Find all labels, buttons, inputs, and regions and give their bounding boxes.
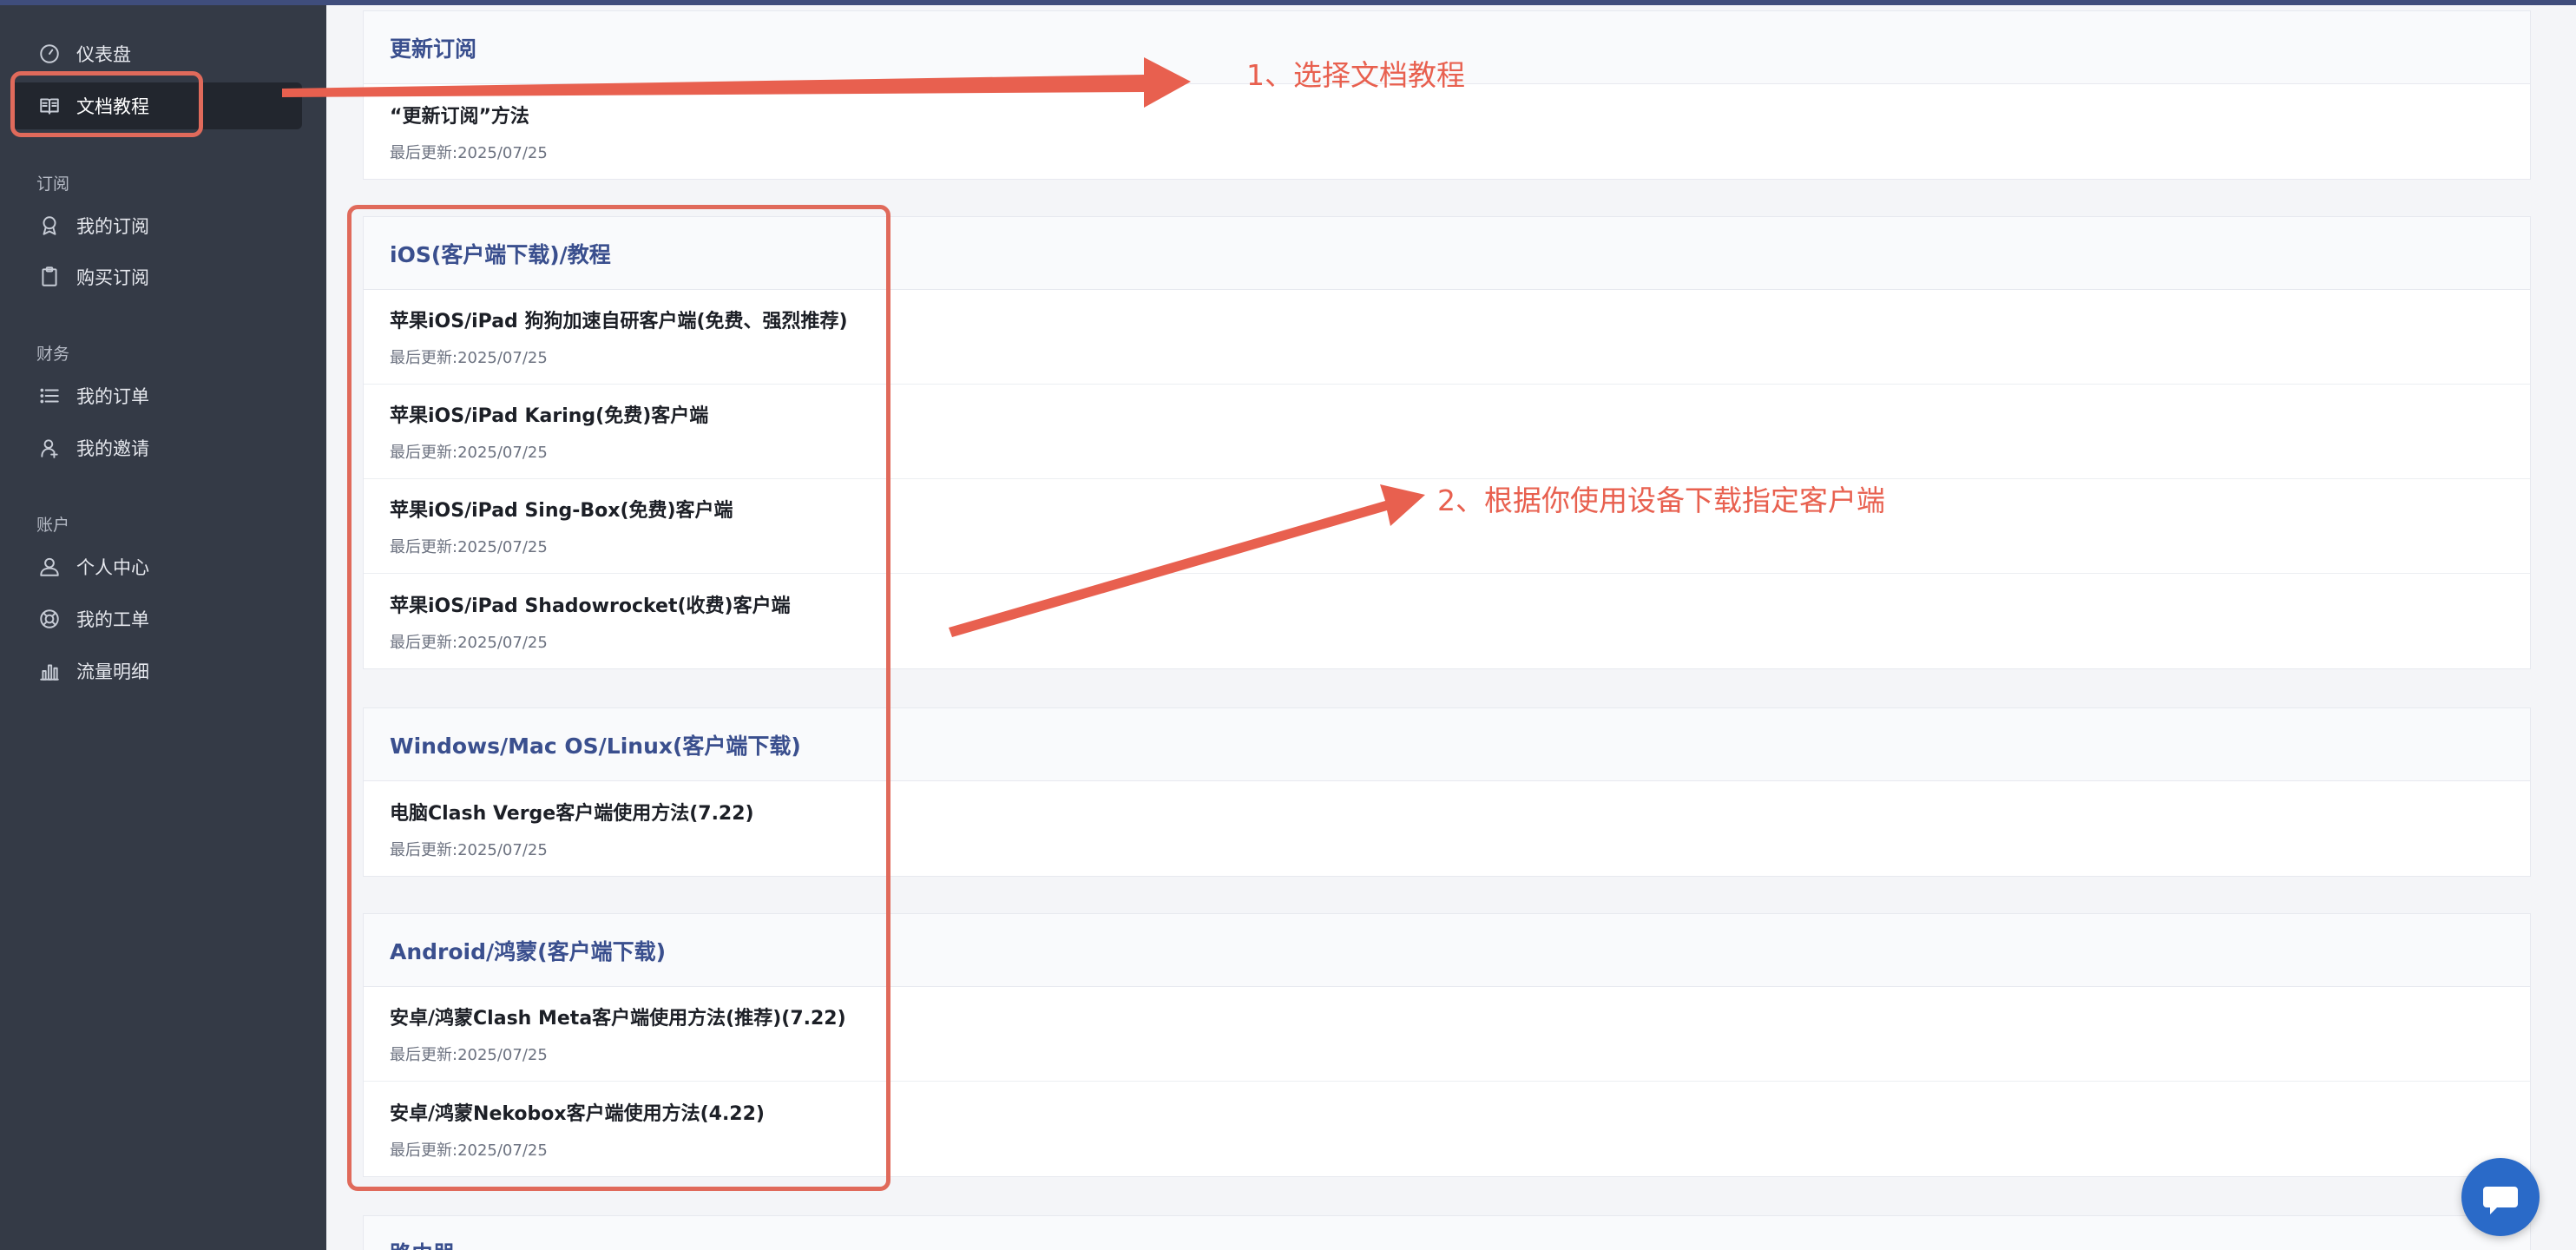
annotation-step-2: 2、根据你使用设备下载指定客户端 xyxy=(1437,484,1885,517)
sidebar-item-my-invites[interactable]: 我的邀请 xyxy=(10,424,302,471)
doc-category-header: Android/鸿蒙(客户端下载) xyxy=(364,914,2530,987)
list-icon xyxy=(36,383,62,409)
invite-icon xyxy=(36,435,62,461)
doc-category-title: 路由器 xyxy=(390,1237,455,1250)
sidebar-item-profile[interactable]: 个人中心 xyxy=(10,543,302,590)
annotation-step-1: 1、选择文档教程 xyxy=(1246,58,1465,92)
user-icon xyxy=(36,554,62,580)
bar-chart-icon xyxy=(36,658,62,684)
doc-category-card: 更新订阅 “更新订阅”方法 最后更新:2025/07/25 xyxy=(363,10,2531,180)
doc-category-title: Android/鸿蒙(客户端下载) xyxy=(390,938,666,964)
subscription-icon xyxy=(36,213,62,239)
sidebar: 仪表盘 文档教程 订阅 我的订阅 购买订阅 财务 我的订单 我的邀请 账户 个人… xyxy=(0,0,326,1250)
support-icon xyxy=(36,606,62,632)
doc-item[interactable]: 安卓/鸿蒙Clash Meta客户端使用方法(推荐)(7.22) 最后更新:20… xyxy=(364,987,2530,1082)
book-icon xyxy=(36,93,62,119)
sidebar-item-label: 仪表盘 xyxy=(76,44,131,65)
doc-item[interactable]: “更新订阅”方法 最后更新:2025/07/25 xyxy=(364,84,2530,179)
doc-item[interactable]: 苹果iOS/iPad Shadowrocket(收费)客户端 最后更新:2025… xyxy=(364,574,2530,668)
doc-category-card: Android/鸿蒙(客户端下载) 安卓/鸿蒙Clash Meta客户端使用方法… xyxy=(363,913,2531,1177)
doc-date: 最后更新:2025/07/25 xyxy=(390,840,548,859)
sidebar-item-tickets[interactable]: 我的工单 xyxy=(10,595,302,642)
sidebar-item-docs[interactable]: 文档教程 xyxy=(10,82,302,129)
sidebar-item-label: 我的工单 xyxy=(76,609,149,630)
docs-main: 更新订阅 “更新订阅”方法 最后更新:2025/07/25 iOS(客户端下载)… xyxy=(326,0,2576,1250)
doc-category-header: 路由器 xyxy=(364,1216,2530,1250)
sidebar-item-buy-subscription[interactable]: 购买订阅 xyxy=(10,253,302,300)
doc-category-title: iOS(客户端下载)/教程 xyxy=(390,241,611,267)
sidebar-item-label: 购买订阅 xyxy=(76,267,149,288)
top-accent-bar xyxy=(0,0,2576,5)
doc-category-card: 路由器 xyxy=(363,1215,2531,1250)
doc-category-header: iOS(客户端下载)/教程 xyxy=(364,217,2530,290)
doc-item[interactable]: 安卓/鸿蒙Nekobox客户端使用方法(4.22) 最后更新:2025/07/2… xyxy=(364,1082,2530,1176)
sidebar-item-label: 文档教程 xyxy=(76,96,149,117)
sidebar-section-finance: 财务 xyxy=(36,345,70,364)
doc-category-header: Windows/Mac OS/Linux(客户端下载) xyxy=(364,708,2530,781)
sidebar-item-traffic[interactable]: 流量明细 xyxy=(10,648,302,694)
sidebar-item-label: 我的订阅 xyxy=(76,216,149,237)
chat-support-button[interactable] xyxy=(2461,1158,2540,1236)
doc-date: 最后更新:2025/07/25 xyxy=(390,444,548,462)
sidebar-item-label: 我的邀请 xyxy=(76,438,149,459)
doc-date: 最后更新:2025/07/25 xyxy=(390,633,548,652)
doc-category-title: 更新订阅 xyxy=(390,36,477,62)
chat-bubble-icon xyxy=(2483,1187,2518,1214)
dashboard-icon xyxy=(36,41,62,67)
doc-title: 苹果iOS/iPad Karing(免费)客户端 xyxy=(390,405,709,427)
sidebar-item-label: 个人中心 xyxy=(76,557,149,578)
sidebar-section-subscription: 订阅 xyxy=(36,174,70,194)
doc-title: 苹果iOS/iPad Shadowrocket(收费)客户端 xyxy=(390,595,791,617)
doc-title: 安卓/鸿蒙Nekobox客户端使用方法(4.22) xyxy=(390,1102,765,1125)
sidebar-section-account: 账户 xyxy=(36,516,70,535)
doc-date: 最后更新:2025/07/25 xyxy=(390,1046,548,1064)
doc-date: 最后更新:2025/07/25 xyxy=(390,349,548,367)
sidebar-item-my-subscription[interactable]: 我的订阅 xyxy=(10,202,302,249)
doc-item[interactable]: 苹果iOS/iPad 狗狗加速自研客户端(免费、强烈推荐) 最后更新:2025/… xyxy=(364,290,2530,385)
doc-date: 最后更新:2025/07/25 xyxy=(390,1141,548,1160)
doc-title: 苹果iOS/iPad 狗狗加速自研客户端(免费、强烈推荐) xyxy=(390,311,848,332)
sidebar-item-dashboard[interactable]: 仪表盘 xyxy=(10,30,302,77)
doc-date: 最后更新:2025/07/25 xyxy=(390,143,548,162)
sidebar-item-label: 我的订单 xyxy=(76,386,149,407)
doc-category-card: iOS(客户端下载)/教程 苹果iOS/iPad 狗狗加速自研客户端(免费、强烈… xyxy=(363,216,2531,669)
doc-category-card: Windows/Mac OS/Linux(客户端下载) 电脑Clash Verg… xyxy=(363,707,2531,877)
doc-item[interactable]: 苹果iOS/iPad Karing(免费)客户端 最后更新:2025/07/25 xyxy=(364,385,2530,479)
doc-title: 电脑Clash Verge客户端使用方法(7.22) xyxy=(390,802,754,825)
doc-title: 安卓/鸿蒙Clash Meta客户端使用方法(推荐)(7.22) xyxy=(390,1008,846,1030)
doc-item[interactable]: 电脑Clash Verge客户端使用方法(7.22) 最后更新:2025/07/… xyxy=(364,781,2530,876)
sidebar-item-my-orders[interactable]: 我的订单 xyxy=(10,372,302,419)
sidebar-item-label: 流量明细 xyxy=(76,661,149,682)
doc-category-title: Windows/Mac OS/Linux(客户端下载) xyxy=(390,733,801,759)
clipboard-icon xyxy=(36,264,62,290)
doc-date: 最后更新:2025/07/25 xyxy=(390,538,548,556)
doc-title: “更新订阅”方法 xyxy=(390,105,529,128)
